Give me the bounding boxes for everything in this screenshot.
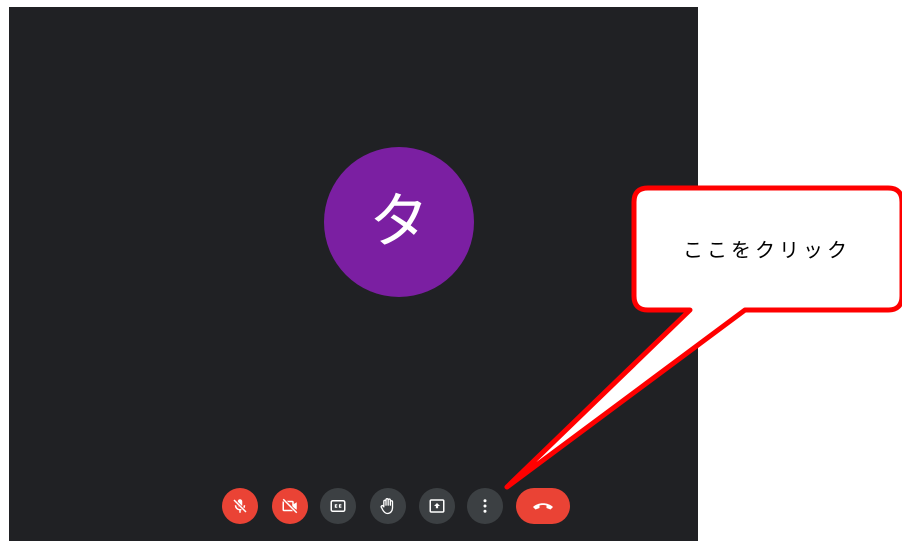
call-controls-bar [9,485,698,527]
present-screen-button[interactable] [419,488,455,524]
captions-button[interactable] [320,488,356,524]
end-call-button[interactable] [516,488,570,524]
mic-toggle-button[interactable] [222,488,258,524]
callout-label: ここをクリック [683,237,851,262]
end-call-icon [533,503,553,510]
raise-hand-button[interactable] [370,488,406,524]
participant-initial: タ [369,187,429,257]
present-screen-icon [429,499,445,513]
more-options-button[interactable] [467,488,503,524]
more-options-icon [483,499,487,513]
captions-icon [330,500,346,512]
mic-off-icon [232,498,248,514]
camera-off-icon [282,498,298,514]
meeting-stage: タ [9,7,698,541]
camera-toggle-button[interactable] [272,488,308,524]
participant-avatar: タ [324,147,474,297]
raise-hand-icon [380,498,394,515]
screenshot: タ ここをクリック [0,0,902,541]
